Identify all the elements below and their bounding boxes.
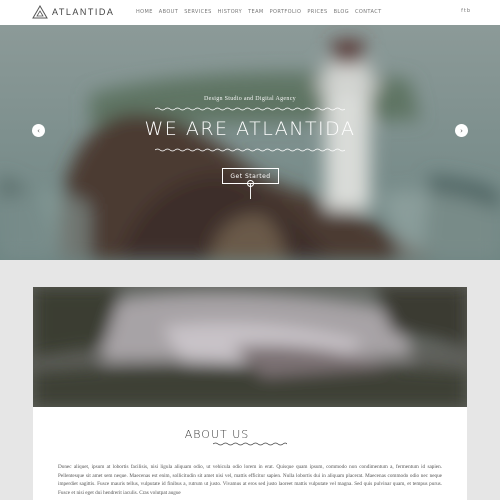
slider-prev-button[interactable]: ‹ [32, 124, 45, 137]
nav-item-blog[interactable]: BLOG [334, 9, 349, 15]
brand-logo[interactable]: ATLANTIDA [32, 5, 114, 19]
about-wave-divider [213, 442, 287, 446]
about-cover-image [33, 287, 467, 407]
nav-item-history[interactable]: HISTORY [218, 9, 242, 15]
main-menu: HOME ABOUT SERVICES HISTORY TEAM PORTFOL… [136, 9, 388, 15]
chevron-left-icon: ‹ [37, 126, 40, 135]
hero-wave-divider-top [155, 107, 345, 111]
about-paragraph: Donec aliquet, ipsum at lobortis facilis… [58, 464, 442, 497]
behance-icon[interactable]: b [467, 8, 470, 14]
nav-item-portfolio[interactable]: PORTFOLIO [270, 9, 302, 15]
about-heading: ABOUT US [184, 428, 250, 441]
cta-connector-dot [247, 180, 254, 187]
nav-item-home[interactable]: HOME [136, 9, 153, 15]
hero-wave-divider-bottom [155, 148, 345, 152]
hero-title: WE ARE ATLANTIDA [144, 118, 356, 140]
facebook-icon[interactable]: f [461, 8, 463, 14]
hero-slider: Design Studio and Digital Agency WE ARE … [0, 25, 500, 260]
brand-name: ATLANTIDA [52, 7, 115, 17]
nav-item-prices[interactable]: PRICES [307, 9, 327, 15]
mountain-logo-icon [32, 5, 48, 19]
top-navigation-bar: ATLANTIDA HOME ABOUT SERVICES HISTORY TE… [0, 0, 500, 25]
social-links: f t b [460, 8, 470, 14]
chevron-right-icon: › [460, 126, 463, 135]
nav-item-services[interactable]: SERVICES [184, 9, 211, 15]
nav-item-team[interactable]: TEAM [248, 9, 264, 15]
hero-background-image [0, 25, 500, 260]
nav-item-contact[interactable]: CONTACT [355, 9, 382, 15]
slider-next-button[interactable]: › [455, 124, 468, 137]
nav-item-about[interactable]: ABOUT [159, 9, 178, 15]
twitter-icon[interactable]: t [464, 8, 466, 14]
hero-subtitle: Design Studio and Digital Agency [204, 96, 296, 102]
